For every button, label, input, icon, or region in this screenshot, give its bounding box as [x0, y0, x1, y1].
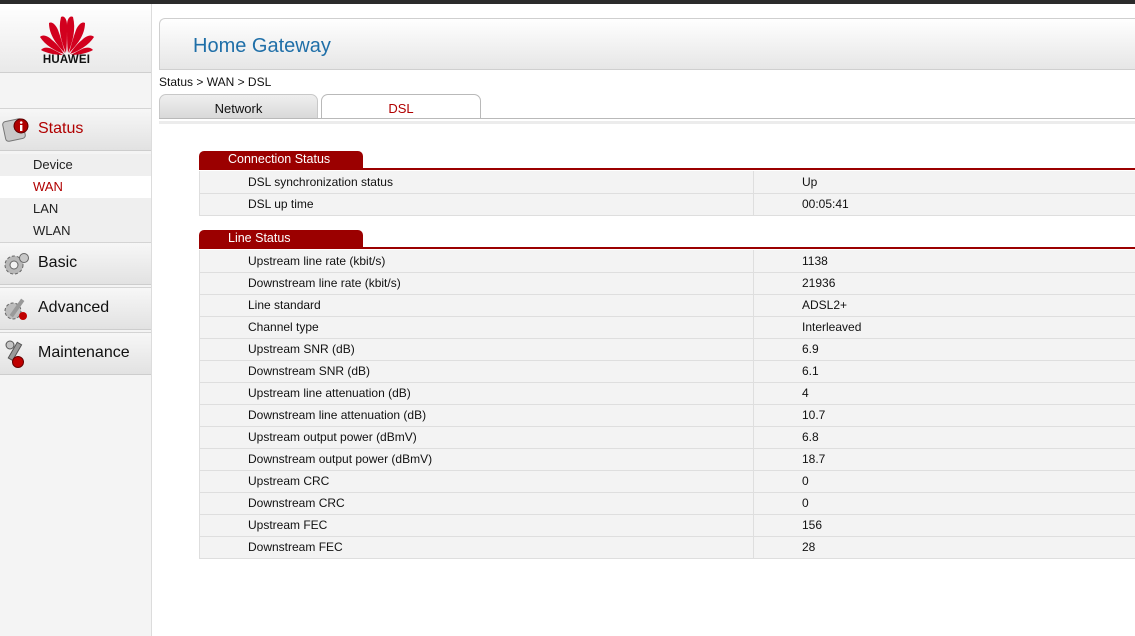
row-label: Downstream line rate (kbit/s)	[199, 272, 754, 295]
gear-icon	[4, 253, 29, 275]
row-value: 4	[753, 382, 1135, 405]
row-label: Upstream line rate (kbit/s)	[199, 250, 754, 273]
row-value: 10.7	[753, 404, 1135, 427]
advanced-tools-icon	[4, 298, 27, 320]
row-label: Upstream output power (dBmV)	[199, 426, 754, 449]
row-label: Upstream FEC	[199, 514, 754, 537]
tab-dsl[interactable]: DSL	[321, 94, 481, 119]
row-label: Downstream output power (dBmV)	[199, 448, 754, 471]
row-label: Upstream SNR (dB)	[199, 338, 754, 361]
table-row: Downstream FEC 28	[199, 536, 1135, 559]
row-value: 6.8	[753, 426, 1135, 449]
table-row: Channel type Interleaved	[199, 316, 1135, 339]
table-row: Upstream SNR (dB) 6.9	[199, 338, 1135, 361]
menu-advanced[interactable]: Advanced	[0, 287, 151, 330]
row-label: Line standard	[199, 294, 754, 317]
brand-name: HUAWEI	[42, 54, 91, 66]
menu-basic[interactable]: Basic	[0, 242, 151, 285]
connection-status-table: DSL synchronization status Up DSL up tim…	[199, 171, 1135, 216]
sidebar-item-wan[interactable]: WAN	[0, 176, 151, 198]
table-row: Upstream output power (dBmV) 6.8	[199, 426, 1135, 449]
sidebar-item-wlan[interactable]: WLAN	[0, 220, 151, 242]
row-value: 18.7	[753, 448, 1135, 471]
row-value: Up	[753, 171, 1135, 194]
table-row: Downstream CRC 0	[199, 492, 1135, 515]
tab-network[interactable]: Network	[159, 94, 318, 119]
row-value: 0	[753, 470, 1135, 493]
row-value: 156	[753, 514, 1135, 537]
table-row: Upstream CRC 0	[199, 470, 1135, 493]
menu-status-label: Status	[38, 120, 84, 137]
status-info-icon	[2, 118, 29, 142]
page-title: Home Gateway	[193, 35, 331, 57]
line-status-table: Upstream line rate (kbit/s) 1138 Downstre…	[199, 250, 1135, 559]
row-label: DSL up time	[199, 193, 754, 216]
row-label: Downstream SNR (dB)	[199, 360, 754, 383]
menu-advanced-label: Advanced	[38, 299, 110, 316]
row-value: 21936	[753, 272, 1135, 295]
row-label: Channel type	[199, 316, 754, 339]
row-label: Upstream CRC	[199, 470, 754, 493]
row-label: DSL synchronization status	[199, 171, 754, 194]
table-row: Downstream SNR (dB) 6.1	[199, 360, 1135, 383]
logo-area: HUAWEI	[0, 4, 151, 73]
table-row: DSL synchronization status Up	[199, 171, 1135, 194]
line-status-title: Line Status	[199, 230, 363, 247]
row-label: Downstream line attenuation (dB)	[199, 404, 754, 427]
row-value: ADSL2+	[753, 294, 1135, 317]
table-row: Upstream FEC 156	[199, 514, 1135, 537]
table-row: Downstream line rate (kbit/s) 21936	[199, 272, 1135, 295]
page-header: Home Gateway	[159, 18, 1135, 70]
sidebar-item-device[interactable]: Device	[0, 154, 151, 176]
row-value: 1138	[753, 250, 1135, 273]
row-value: 6.1	[753, 360, 1135, 383]
menu-maintenance-label: Maintenance	[38, 344, 130, 361]
table-row: DSL up time 00:05:41	[199, 193, 1135, 216]
row-value: 00:05:41	[753, 193, 1135, 216]
tab-divider	[159, 118, 1135, 119]
table-row: Line standard ADSL2+	[199, 294, 1135, 317]
huawei-logo-icon	[40, 16, 94, 55]
table-row: Downstream output power (dBmV) 18.7	[199, 448, 1135, 471]
row-value: 6.9	[753, 338, 1135, 361]
line-status-rule	[199, 247, 1135, 249]
sidebar-item-lan[interactable]: LAN	[0, 198, 151, 220]
table-row: Upstream line rate (kbit/s) 1138	[199, 250, 1135, 273]
connection-status-rule	[199, 168, 1135, 170]
row-value: Interleaved	[753, 316, 1135, 339]
menu-basic-label: Basic	[38, 254, 78, 271]
row-label: Downstream CRC	[199, 492, 754, 515]
menu-maintenance[interactable]: Maintenance	[0, 332, 151, 375]
table-row: Upstream line attenuation (dB) 4	[199, 382, 1135, 405]
menu-status[interactable]: Status	[0, 108, 151, 151]
table-row: Downstream line attenuation (dB) 10.7	[199, 404, 1135, 427]
row-label: Upstream line attenuation (dB)	[199, 382, 754, 405]
connection-status-title: Connection Status	[199, 151, 363, 168]
window-top-bar	[0, 0, 1135, 4]
breadcrumb: Status > WAN > DSL	[159, 75, 272, 89]
row-value: 28	[753, 536, 1135, 559]
tab-divider-shadow	[159, 121, 1135, 124]
sidebar: HUAWEI Status Device WAN LAN WLAN Basic …	[0, 4, 152, 636]
maintenance-wrench-icon	[5, 340, 24, 368]
row-value: 0	[753, 492, 1135, 515]
row-label: Downstream FEC	[199, 536, 754, 559]
